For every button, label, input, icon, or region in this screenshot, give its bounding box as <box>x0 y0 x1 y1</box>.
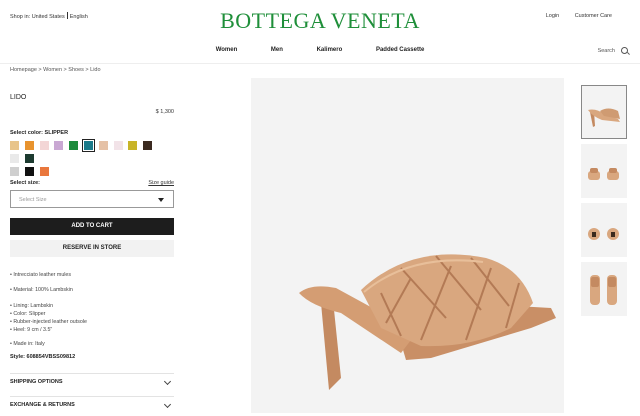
color-swatch[interactable] <box>69 141 79 150</box>
mule-shoe-illustration <box>299 254 556 390</box>
color-swatch[interactable] <box>39 167 49 176</box>
color-swatch[interactable] <box>98 141 108 150</box>
color-swatch[interactable] <box>39 141 49 150</box>
color-swatch[interactable] <box>24 141 34 150</box>
color-swatch[interactable] <box>24 167 34 176</box>
size-select-placeholder: Select Size <box>19 197 47 203</box>
reserve-in-store-button[interactable]: RESERVE IN STORE <box>10 240 174 257</box>
thumbnail-image <box>590 275 617 305</box>
color-swatches <box>10 139 170 180</box>
size-label: Select size: <box>10 180 40 186</box>
color-swatch[interactable] <box>113 141 123 150</box>
product-main-image[interactable] <box>251 78 564 413</box>
nav-women[interactable]: Women <box>216 47 238 53</box>
account-links: Login Customer Care <box>532 13 612 19</box>
color-swatch[interactable] <box>10 167 19 176</box>
add-to-cart-button[interactable]: ADD TO CART <box>10 218 174 235</box>
thumbnail-image <box>588 168 619 180</box>
accordion-label: EXCHANGE & RETURNS <box>10 402 75 408</box>
search-icon <box>621 47 628 54</box>
accordion-returns[interactable]: EXCHANGE & RETURNS <box>10 396 174 416</box>
detail-line: • Lining: Lambskin <box>10 303 54 309</box>
chevron-down-icon <box>163 400 172 409</box>
accordion-shipping[interactable]: SHIPPING OPTIONS <box>10 373 174 393</box>
color-swatch[interactable] <box>54 141 64 150</box>
detail-line: • Made in: Italy <box>10 341 45 347</box>
breadcrumb[interactable]: Homepage > Women > Shoes > Lido <box>10 67 101 73</box>
search-label: Search <box>597 47 615 54</box>
detail-line: • Rubber-injected leather outsole <box>10 319 87 325</box>
color-label: Select color: SLIPPER <box>10 130 69 136</box>
size-guide-link[interactable]: Size guide <box>140 180 174 186</box>
chevron-down-icon <box>158 198 164 202</box>
size-select[interactable]: Select Size <box>10 190 174 208</box>
color-swatch[interactable] <box>81 139 95 152</box>
search-button[interactable]: Search <box>598 47 628 54</box>
product-title: LIDO <box>10 94 27 101</box>
color-swatch[interactable] <box>143 141 153 150</box>
color-swatch[interactable] <box>128 141 138 150</box>
shoe-heel <box>321 300 341 390</box>
thumbnail-4[interactable] <box>581 262 627 316</box>
login-link[interactable]: Login <box>546 13 559 19</box>
product-price: $ 1,300 <box>155 109 174 115</box>
thumbnail-3[interactable] <box>581 203 627 257</box>
customer-care-link[interactable]: Customer Care <box>575 13 612 19</box>
brand-logo[interactable]: BOTTEGA VENETA <box>0 8 640 34</box>
color-swatch[interactable] <box>10 141 19 150</box>
nav-padded-cassette[interactable]: Padded Cassette <box>376 47 424 53</box>
site-header: Shop in: United States English BOTTEGA VE… <box>0 0 640 64</box>
detail-line: • Heel: 9 cm / 3.5" <box>10 327 53 333</box>
color-swatch[interactable] <box>10 154 19 163</box>
nav-kalimero[interactable]: Kalimero <box>317 47 343 53</box>
thumbnail-1[interactable] <box>581 85 627 139</box>
nav-men[interactable]: Men <box>271 47 283 53</box>
style-code: Style: 608854VBSS09812 <box>10 354 76 360</box>
color-swatch[interactable] <box>24 154 34 163</box>
thumbnail-image <box>588 228 619 240</box>
thumbnail-image <box>588 108 620 127</box>
detail-line: • Color: Slipper <box>10 311 46 317</box>
accordion-label: SHIPPING OPTIONS <box>10 379 63 385</box>
main-nav: Women Men Kalimero Padded Cassette <box>0 47 640 53</box>
detail-line: • Material: 100% Lambskin <box>10 287 73 293</box>
chevron-down-icon <box>163 377 172 386</box>
thumbnail-2[interactable] <box>581 144 627 198</box>
thumbnail-gallery <box>581 85 627 321</box>
detail-line: • Intrecciato leather mules <box>10 272 72 278</box>
